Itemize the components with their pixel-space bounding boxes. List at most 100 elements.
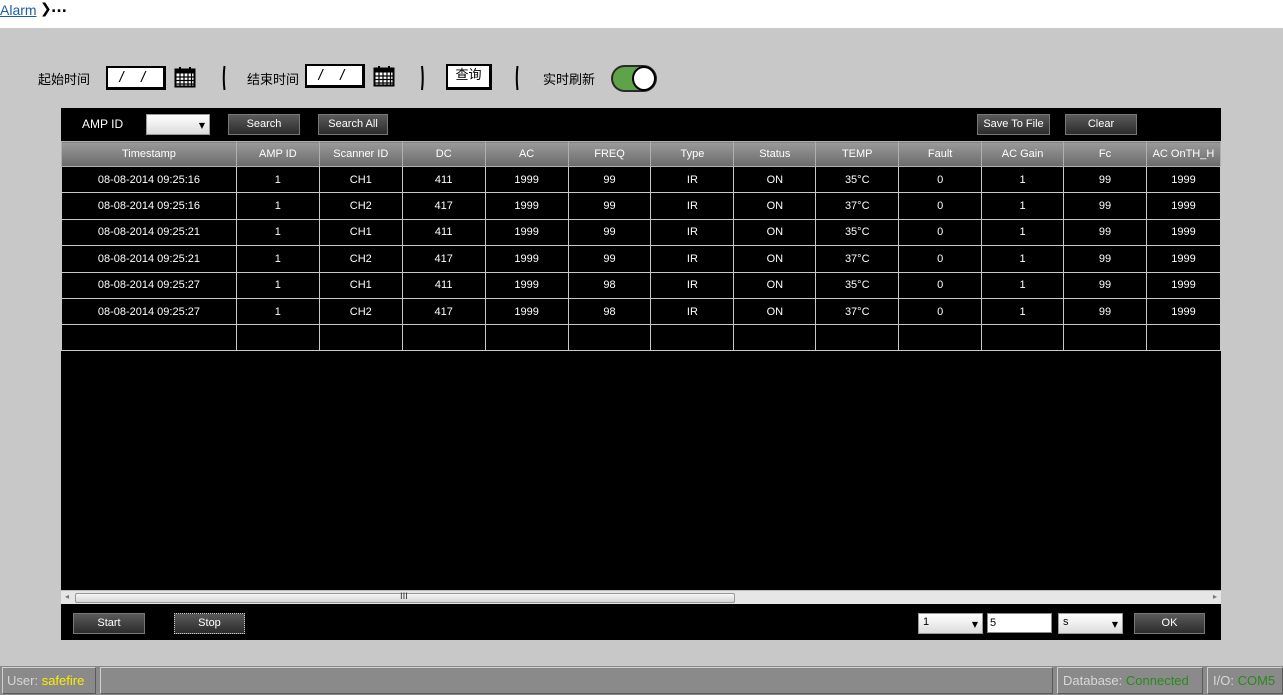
table-cell: ON: [733, 218, 817, 247]
table-cell: [318, 324, 403, 352]
table-cell: [650, 324, 735, 352]
table-cell: [235, 324, 320, 352]
column-header-temp[interactable]: TEMP: [815, 141, 900, 167]
table-cell: [61, 324, 237, 352]
scrollbar-thumb[interactable]: III: [75, 592, 735, 603]
table-cell: 1: [235, 192, 320, 220]
table-cell: 1: [981, 165, 1065, 194]
scroll-left-icon[interactable]: ◂: [65, 592, 69, 601]
toggle-knob: [632, 66, 656, 91]
calendar-icon[interactable]: [373, 65, 395, 87]
column-header-ac-onth-h[interactable]: AC OnTH_H: [1145, 141, 1222, 167]
table-cell: 99: [567, 192, 652, 220]
table-cell: 1999: [1145, 218, 1222, 247]
table-cell: ON: [733, 297, 817, 326]
table-cell: [567, 324, 652, 352]
column-header-fault[interactable]: Fault: [898, 141, 983, 167]
chevron-down-icon: ▼: [971, 620, 978, 629]
table-cell: CH2: [318, 245, 403, 273]
table-row[interactable]: 08-08-2014 09:25:21 1 CH2 417 1999 99 IR ON 37°C…: [61, 245, 1222, 273]
column-header-type[interactable]: Type: [650, 141, 735, 167]
table-cell: [484, 324, 569, 352]
table-cell: 411: [401, 271, 486, 299]
breadcrumb-alarm-link[interactable]: Alarm: [0, 2, 37, 18]
column-header-status[interactable]: Status: [733, 141, 817, 167]
table-row[interactable]: 08-08-2014 09:25:16 1 CH2 417 1999 99 IR ON 37°C…: [61, 192, 1222, 220]
search-all-button[interactable]: Search All: [318, 114, 388, 135]
realtime-refresh-toggle[interactable]: [611, 65, 657, 92]
scroll-right-icon[interactable]: ▸: [1213, 592, 1217, 601]
table-row[interactable]: 08-08-2014 09:25:21 1 CH1 411 1999 99 IR ON 35°C…: [61, 218, 1222, 247]
calendar-icon[interactable]: [174, 66, 196, 88]
divider: [222, 65, 226, 91]
interval-input[interactable]: 5: [987, 613, 1052, 633]
table-cell: 1: [235, 218, 320, 247]
table-row[interactable]: 08-08-2014 09:25:27 1 CH2 417 1999 98 IR ON 37°C…: [61, 297, 1222, 326]
table-cell: [1145, 324, 1222, 352]
table-cell: 08-08-2014 09:25:21: [61, 245, 237, 273]
table-cell: IR: [650, 218, 735, 247]
table-cell: 1999: [484, 245, 569, 273]
table-cell: 37°C: [815, 192, 900, 220]
chevron-down-icon: ▼: [1111, 620, 1118, 629]
table-cell: 1: [981, 245, 1065, 273]
status-user: User: safefire: [2, 667, 96, 694]
table-row[interactable]: 08-08-2014 09:25:16 1 CH1 411 1999 99 IR ON 35°C…: [61, 165, 1222, 194]
table-cell: 08-08-2014 09:25:21: [61, 218, 237, 247]
amp-id-select[interactable]: ▼: [146, 114, 210, 135]
table-cell: [898, 324, 983, 352]
alarm-table: Timestamp AMP ID Scanner ID DC AC FREQ T…: [61, 141, 1222, 352]
start-time-input[interactable]: / /: [106, 66, 166, 90]
page-select[interactable]: 1 ▼: [918, 613, 983, 634]
table-cell: 37°C: [815, 297, 900, 326]
page-select-value: 1: [923, 616, 930, 628]
table-cell: 1: [981, 297, 1065, 326]
table-cell: CH1: [318, 271, 403, 299]
table-cell: 1999: [1145, 192, 1222, 220]
table-cell: CH2: [318, 297, 403, 326]
table-cell: CH1: [318, 165, 403, 194]
query-button[interactable]: 查询: [446, 64, 492, 90]
status-database: Database: Connected: [1057, 667, 1203, 694]
column-header-scanner-id[interactable]: Scanner ID: [318, 141, 403, 167]
breadcrumb-current: ...: [51, 0, 67, 16]
column-header-amp-id[interactable]: AMP ID: [235, 141, 320, 167]
stop-button[interactable]: Stop: [174, 613, 245, 634]
table-cell: 99: [567, 245, 652, 273]
save-to-file-button[interactable]: Save To File: [977, 114, 1050, 135]
table-cell: IR: [650, 165, 735, 194]
table-cell: IR: [650, 245, 735, 273]
table-cell: 0: [898, 165, 983, 194]
table-cell: 0: [898, 271, 983, 299]
table-cell: [401, 324, 486, 352]
unit-select[interactable]: s ▼: [1058, 613, 1123, 634]
column-header-ac[interactable]: AC: [484, 141, 569, 167]
column-header-timestamp[interactable]: Timestamp: [61, 141, 237, 167]
column-header-dc[interactable]: DC: [401, 141, 486, 167]
table-header-row: Timestamp AMP ID Scanner ID DC AC FREQ T…: [61, 141, 1222, 167]
clear-button[interactable]: Clear: [1065, 114, 1137, 135]
table-cell: 35°C: [815, 165, 900, 194]
table-cell: 98: [567, 297, 652, 326]
chevron-down-icon: ▼: [198, 121, 205, 130]
column-header-freq[interactable]: FREQ: [567, 141, 652, 167]
ok-button[interactable]: OK: [1134, 613, 1205, 634]
table-cell: 1: [235, 245, 320, 273]
unit-select-value: s: [1063, 616, 1069, 628]
end-time-input[interactable]: / /: [305, 64, 365, 88]
table-row[interactable]: 08-08-2014 09:25:27 1 CH1 411 1999 98 IR ON 35°C…: [61, 271, 1222, 299]
horizontal-scrollbar[interactable]: ◂ III ▸: [61, 590, 1221, 604]
search-button[interactable]: Search: [228, 114, 300, 135]
column-header-fc[interactable]: Fc: [1063, 141, 1147, 167]
table-cell: 417: [401, 245, 486, 273]
breadcrumb-bar: Alarm ❯ ...: [0, 0, 1283, 28]
status-message: [100, 667, 1053, 694]
table-cell: 08-08-2014 09:25:27: [61, 297, 237, 326]
table-cell: 1999: [1145, 297, 1222, 326]
start-button[interactable]: Start: [73, 613, 145, 634]
table-cell: 1999: [484, 165, 569, 194]
table-cell: 99: [1063, 192, 1147, 220]
table-cell: ON: [733, 165, 817, 194]
column-header-ac-gain[interactable]: AC Gain: [981, 141, 1065, 167]
chevron-right-icon: ❯: [40, 1, 52, 17]
